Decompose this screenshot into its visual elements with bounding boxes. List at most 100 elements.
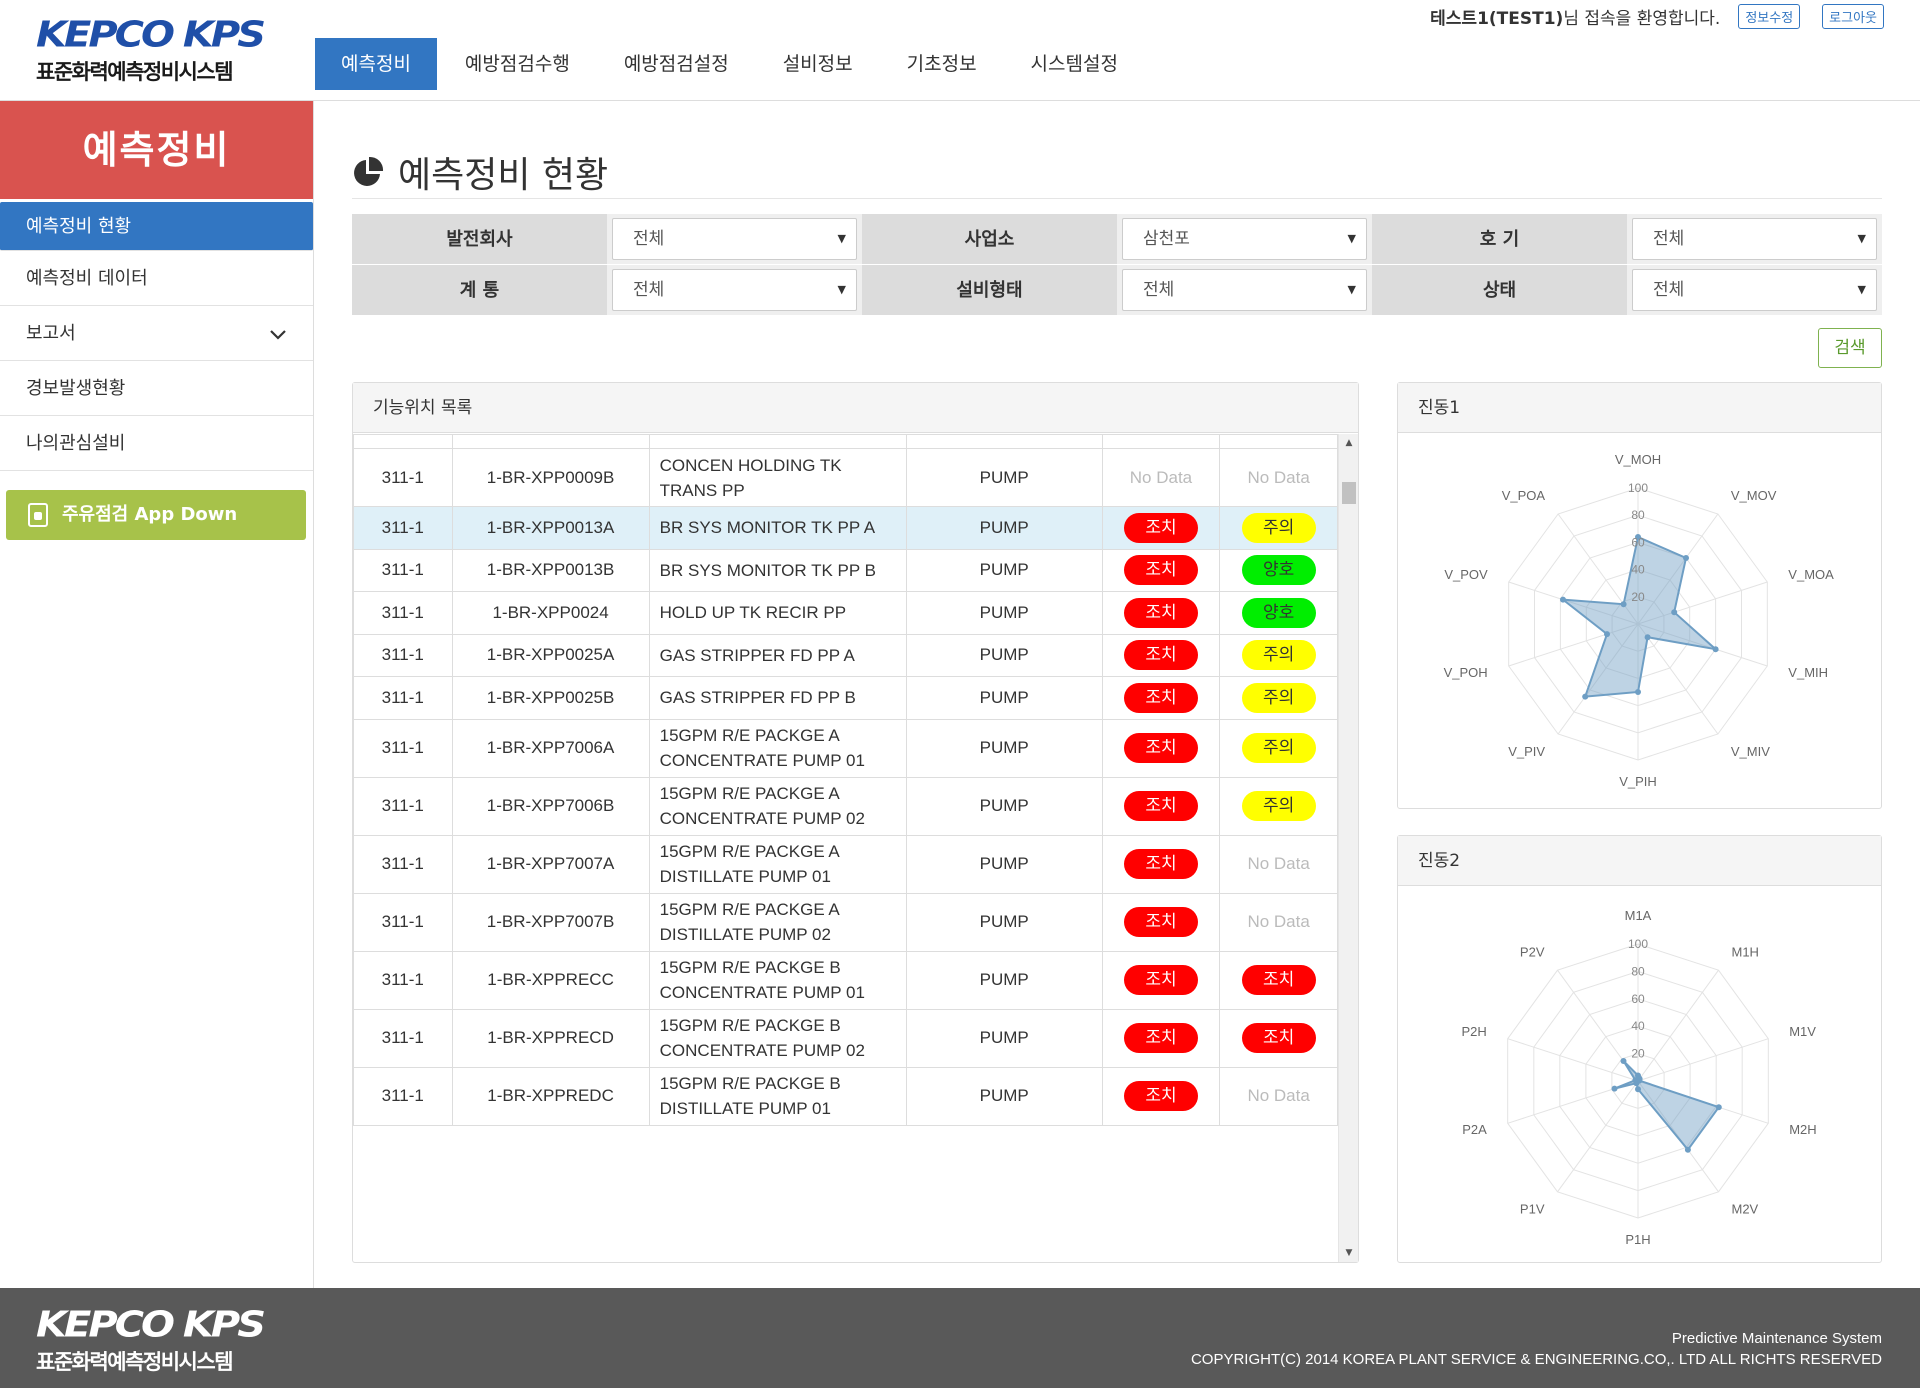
cell-code: 311-1 <box>353 718 453 778</box>
cell-type: PUMP <box>905 718 1103 778</box>
status-nodata: No Data <box>1247 467 1310 487</box>
table-row[interactable]: 311-1 1-BR-XPP7007A 15GPM R/E PACKGE A DIST… <box>353 834 1338 894</box>
table-row[interactable]: 311-1 1-BR-XPP0013B BR SYS MONITOR TK PP B… <box>353 548 1338 592</box>
nav-preventive-settings[interactable]: 예방점검설정 <box>598 38 755 90</box>
cell-tag: 1-BR-XPP7007B <box>451 892 650 952</box>
nav-equipment-info[interactable]: 설비정보 <box>757 38 879 90</box>
cell-code: 311-1 <box>353 506 453 550</box>
company-select[interactable]: 전체 ▼ <box>612 218 857 260</box>
logout-button[interactable]: 로그아웃 <box>1822 4 1884 29</box>
app-download-button[interactable]: 주유점검 App Down <box>6 490 306 540</box>
cell-status-2: 양호 <box>1219 591 1338 635</box>
caret-down-icon: ▼ <box>837 232 846 245</box>
nav-predictive[interactable]: 예측정비 <box>315 38 437 90</box>
system-select[interactable]: 전체 ▼ <box>612 269 857 311</box>
table-row[interactable]: 311-1 1-BR-XPP7006B 15GPM R/E PACKGE A CONC… <box>353 776 1338 836</box>
cell-tag: 1-BR-XPP7007A <box>451 834 650 894</box>
function-location-panel: 기능위치 목록 311-1 1-BR-XPP0009B CONCEN HOLDING… <box>352 382 1359 1263</box>
radar-chart-0-tick-label: 80 <box>1631 508 1645 522</box>
table-row[interactable]: 311-1 1-BR-XPP0025B GAS STRIPPER FD PP B PU… <box>353 676 1338 720</box>
radar-chart-1-point-M2H <box>1715 1104 1722 1111</box>
radar-chart-0-tick-label: 20 <box>1631 590 1645 604</box>
radar-chart-0-point-V_MOV <box>1683 555 1689 561</box>
scroll-thumb[interactable] <box>1342 482 1356 504</box>
nav-preventive-exec[interactable]: 예방점검수행 <box>439 38 596 90</box>
cell-status-2: 조치 <box>1219 950 1338 1010</box>
radar-chart-0-axis-label-V_PIV: V_PIV <box>1508 744 1545 759</box>
radar-chart-1-axis-label-P2V: P2V <box>1520 944 1545 959</box>
sidebar-item-alarms[interactable]: 경보발생현황 <box>0 361 313 416</box>
nav-base-info[interactable]: 기초정보 <box>881 38 1003 90</box>
table-row[interactable]: 311-1 1-BR-XPPREDC 15GPM R/E PACKGE B DISTI… <box>353 1066 1338 1126</box>
status-badge: 조치 <box>1123 965 1198 995</box>
table-row[interactable]: 311-1 1-BR-XPP0013A BR SYS MONITOR TK PP A… <box>353 506 1338 550</box>
vibration1-title: 진동1 <box>1398 383 1881 433</box>
vibration2-panel: 진동2 20 40 60 80 100 M1A M1H M1V M2H M2V P1H P1V P2A P… <box>1397 835 1882 1263</box>
chevron-down-icon <box>269 306 287 361</box>
cell-code: 311-1 <box>353 548 453 592</box>
radar-chart-1-tick-label: 100 <box>1628 937 1648 951</box>
header: KEPCO KPS 표준화력예측정비시스템 예측정비 예방점검수행 예방점검설정… <box>0 0 1920 101</box>
sidebar-item-status[interactable]: 예측정비 현황 <box>0 202 313 251</box>
scroll-down-icon[interactable]: ▼ <box>1339 1244 1359 1262</box>
scroll-up-icon[interactable]: ▲ <box>1339 434 1359 452</box>
cell-type: PUMP <box>905 1066 1103 1126</box>
nav-system-settings[interactable]: 시스템설정 <box>1005 38 1144 90</box>
sidebar-title: 예측정비 <box>0 101 313 199</box>
table-row[interactable]: 311-1 1-BR-XPPRECD 15GPM R/E PACKGE B CONCE… <box>353 1008 1338 1068</box>
cell-status-2: 주의 <box>1219 633 1338 677</box>
table-scroll-area[interactable]: 311-1 1-BR-XPP0009B CONCEN HOLDING TK TRANS… <box>353 434 1338 1262</box>
cell-status-2: No Data <box>1219 448 1338 507</box>
radar-chart-0-axis-label-V_MOA: V_MOA <box>1788 567 1834 582</box>
table-row[interactable]: 311-1 1-BR-XPP7007B 15GPM R/E PACKGE A DIST… <box>353 892 1338 952</box>
status-nodata: No Data <box>1247 854 1310 873</box>
status-badge: 조치 <box>1123 907 1198 937</box>
cell-description: GAS STRIPPER FD PP A <box>648 633 907 677</box>
radar-chart-1-spoke <box>1637 1038 1769 1082</box>
company-select-value: 전체 <box>633 229 665 249</box>
radar-chart-0-point-V_POH <box>1604 631 1610 638</box>
cell-status-1: 조치 <box>1101 892 1221 952</box>
desc-line1: HOLD UP TK RECIR PP <box>659 603 847 623</box>
sidebar-item-reports[interactable]: 보고서 <box>0 306 313 361</box>
site-label: 사업소 <box>862 214 1117 265</box>
cell-status-1: 조치 <box>1101 548 1221 592</box>
function-location-title: 기능위치 목록 <box>353 383 1358 433</box>
radar-chart-0-point-V_MIV <box>1644 634 1651 641</box>
sidebar-item-data[interactable]: 예측정비 데이터 <box>0 251 313 306</box>
cell-code: 311-1 <box>353 448 453 507</box>
status-badge: 조치 <box>1123 733 1198 763</box>
radar-chart-1-axis-label-M1A: M1A <box>1625 908 1652 923</box>
cell-type: PUMP <box>905 548 1103 592</box>
status-select[interactable]: 전체 ▼ <box>1632 269 1877 311</box>
eqtype-select[interactable]: 전체 ▼ <box>1122 269 1367 311</box>
edit-info-button[interactable]: 정보수정 <box>1738 4 1801 29</box>
radar-chart-0-tick-label: 60 <box>1631 535 1645 549</box>
table-row[interactable]: 311-1 1-BR-XPP0009B CONCEN HOLDING TK TRANS… <box>353 448 1338 507</box>
status-badge: 조치 <box>1123 1023 1198 1053</box>
table-row[interactable]: 311-1 1-BR-XPPRECC 15GPM R/E PACKGE B CONCE… <box>353 950 1338 1010</box>
status-badge: 양호 <box>1241 555 1316 586</box>
status-badge: 주의 <box>1241 791 1316 821</box>
table-row[interactable]: 311-1 1-BR-XPP0024 HOLD UP TK RECIR PP PUMP… <box>353 591 1338 635</box>
site-select[interactable]: 삼천포 ▼ <box>1122 218 1367 260</box>
logo[interactable]: KEPCO KPS 표준화력예측정비시스템 <box>36 14 276 86</box>
table-scrollbar[interactable]: ▲ ▼ <box>1338 434 1358 1262</box>
cell-code: 311-1 <box>353 591 453 635</box>
desc-line2: TRANS PP <box>659 480 745 500</box>
radar-chart-1-axis-label-P1H: P1H <box>1625 1232 1650 1247</box>
table-row[interactable]: 311-1 1-BR-XPP0025A GAS STRIPPER FD PP A PU… <box>353 633 1338 677</box>
sidebar-item-favorites[interactable]: 나의관심설비 <box>0 416 313 471</box>
desc-line1: BR SYS MONITOR TK PP A <box>659 518 876 538</box>
search-button[interactable]: 검색 <box>1818 328 1882 368</box>
status-nodata: No Data <box>1129 467 1193 487</box>
table-row[interactable]: 311-1 1-BR-XPP7006A 15GPM R/E PACKGE A CONC… <box>353 718 1338 778</box>
radar-chart-1-axis-label-M2V: M2V <box>1732 1202 1759 1217</box>
cell-description: GAS STRIPPER FD PP B <box>648 676 907 720</box>
cell-code: 311-1 <box>353 892 453 952</box>
radar-chart-0-axis-label-V_POV: V_POV <box>1444 567 1488 582</box>
footer: KEPCO KPS 표준화력예측정비시스템 Predictive Mainten… <box>0 1288 1920 1388</box>
unit-select[interactable]: 전체 ▼ <box>1632 218 1877 260</box>
radar-chart-1-point-P2H <box>1632 1077 1639 1084</box>
desc-line2: CONCENTRATE PUMP 02 <box>659 809 865 828</box>
